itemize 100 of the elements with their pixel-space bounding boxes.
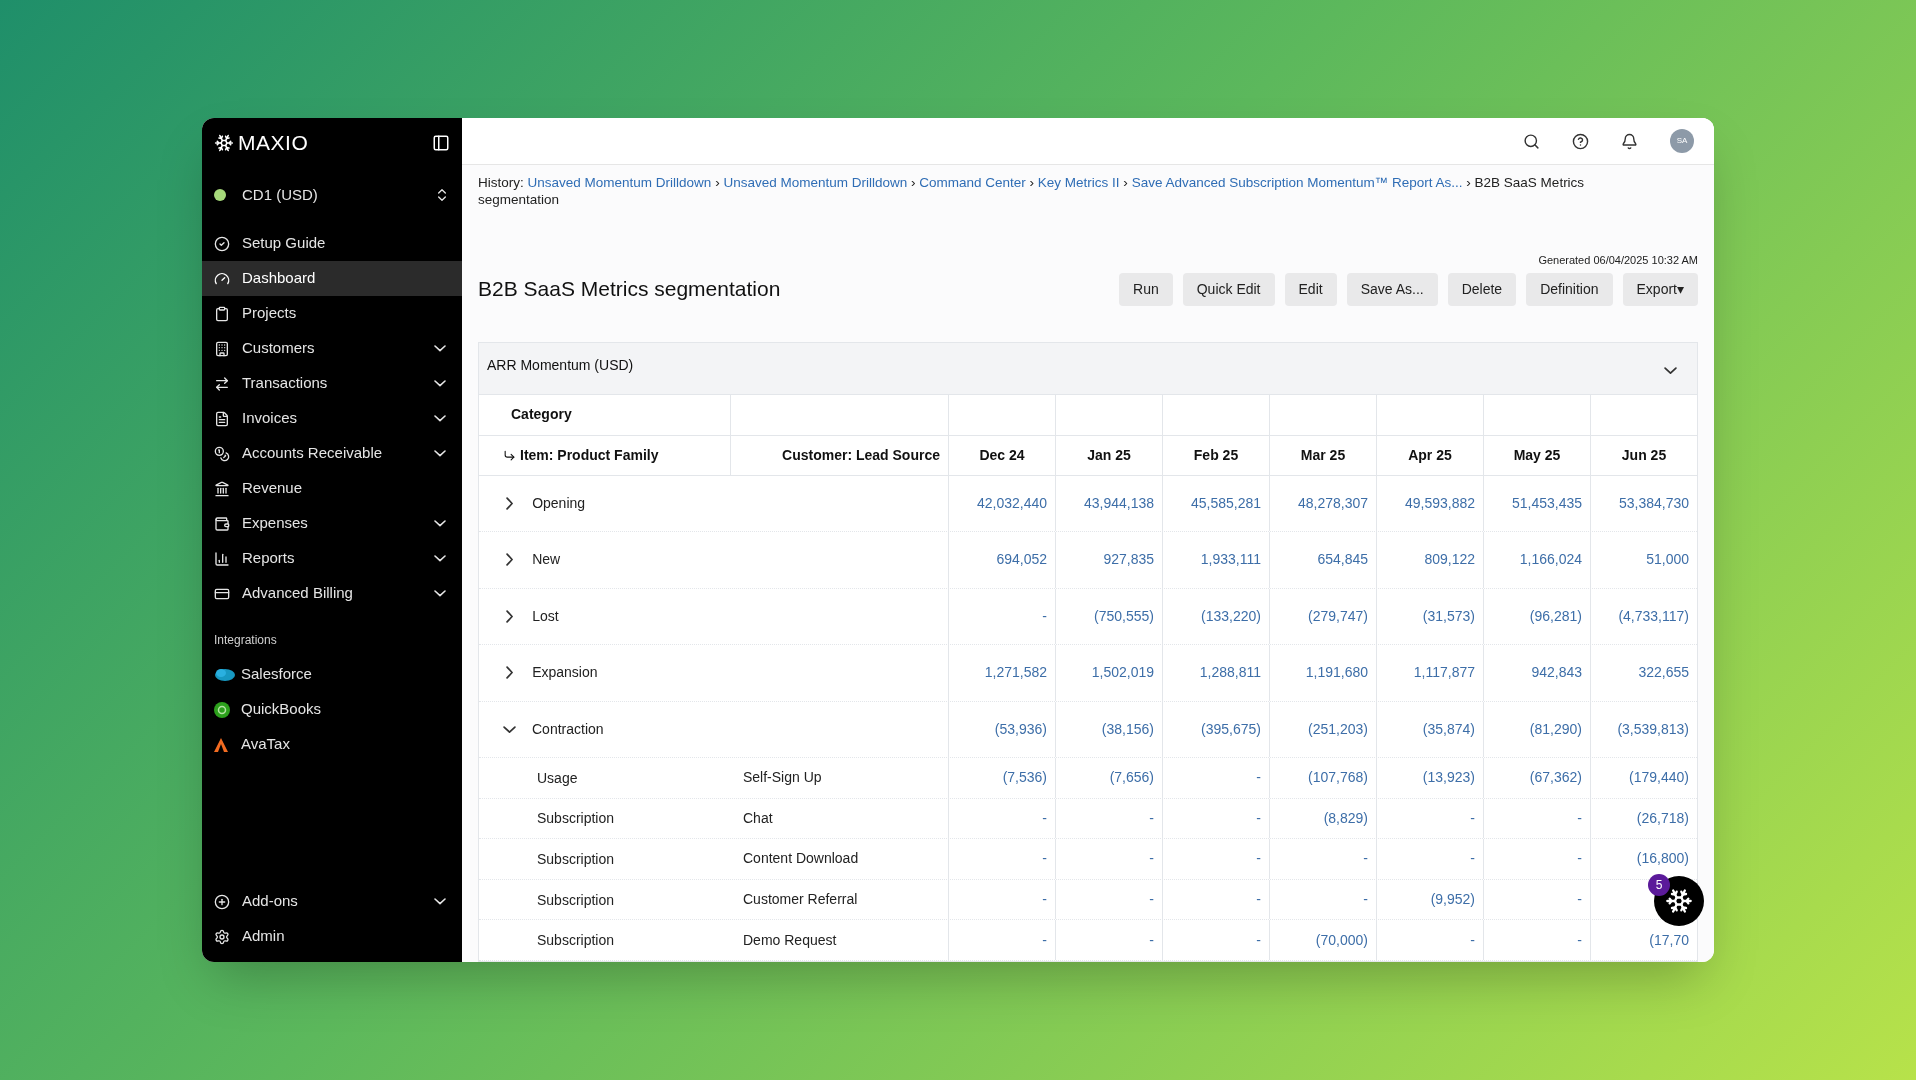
search-icon[interactable] <box>1523 132 1540 150</box>
value-link[interactable]: (67,362) <box>1529 767 1590 789</box>
value-link[interactable]: - <box>1149 889 1162 911</box>
value-link[interactable]: - <box>1042 848 1055 870</box>
value-link[interactable]: 1,288,811 <box>1199 662 1269 684</box>
value-link[interactable]: - <box>1149 929 1162 951</box>
action-button[interactable]: Run <box>1119 272 1173 306</box>
sidebar-item[interactable]: Revenue <box>202 471 462 506</box>
value-link[interactable]: - <box>1149 807 1162 829</box>
card-header[interactable]: ARR Momentum (USD) <box>479 342 1697 395</box>
action-button[interactable]: Quick Edit <box>1182 272 1275 306</box>
value-link[interactable]: 1,117,877 <box>1413 662 1483 684</box>
value-link[interactable]: (70,000) <box>1315 929 1376 951</box>
value-link[interactable]: 53,384,730 <box>1618 492 1697 514</box>
value-link[interactable]: (38,156) <box>1101 718 1162 740</box>
value-link[interactable]: (133,220) <box>1201 605 1269 627</box>
value-link[interactable]: (9,952) <box>1430 889 1483 911</box>
value-link[interactable]: 43,944,138 <box>1083 492 1162 514</box>
entity-selector[interactable]: CD1 (USD) <box>202 168 462 222</box>
avatar[interactable]: SA <box>1670 129 1694 153</box>
action-button[interactable]: Delete <box>1447 272 1517 306</box>
panel-toggle-icon[interactable] <box>432 134 450 152</box>
value-link[interactable]: 654,845 <box>1317 549 1376 571</box>
bell-icon[interactable] <box>1621 132 1638 150</box>
action-button[interactable]: Definition <box>1526 272 1613 306</box>
sidebar-item[interactable]: Customers <box>202 331 462 366</box>
breadcrumb-link[interactable]: Save Advanced Subscription Momentum™ Report As... <box>1131 175 1463 190</box>
value-link[interactable]: 694,052 <box>996 549 1055 571</box>
sidebar-item[interactable]: Advanced Billing <box>202 576 462 611</box>
value-link[interactable]: (179,440) <box>1629 767 1697 789</box>
value-link[interactable]: (26,718) <box>1636 807 1697 829</box>
value-link[interactable]: (13,923) <box>1422 767 1483 789</box>
action-button[interactable]: Export▾ <box>1622 272 1698 306</box>
value-link[interactable]: - <box>1256 929 1269 951</box>
value-link[interactable]: (17,70 <box>1649 929 1697 951</box>
value-link[interactable]: - <box>1577 889 1590 911</box>
help-icon[interactable] <box>1572 132 1589 150</box>
value-link[interactable]: - <box>1256 848 1269 870</box>
value-link[interactable]: - <box>1470 929 1483 951</box>
sidebar-item[interactable]: Transactions <box>202 366 462 401</box>
value-link[interactable]: (16,800) <box>1636 848 1697 870</box>
breadcrumb-link[interactable]: Key Metrics II <box>1037 175 1120 190</box>
sidebar-item[interactable]: Accounts Receivable <box>202 436 462 471</box>
value-link[interactable]: - <box>1470 848 1483 870</box>
breadcrumb-link[interactable]: Command Center <box>919 175 1026 190</box>
value-link[interactable]: - <box>1577 807 1590 829</box>
value-link[interactable]: - <box>1363 889 1376 911</box>
value-link[interactable]: (251,203) <box>1308 718 1376 740</box>
breadcrumb-link[interactable]: Unsaved Momentum Drilldown <box>527 175 712 190</box>
value-link[interactable]: (4,733,117) <box>1618 605 1697 627</box>
value-link[interactable]: (53,936) <box>994 718 1055 740</box>
value-link[interactable]: (279,747) <box>1308 605 1376 627</box>
value-link[interactable]: 51,000 <box>1646 549 1697 571</box>
sidebar-item[interactable]: Projects <box>202 296 462 331</box>
value-link[interactable]: - <box>1042 929 1055 951</box>
action-button[interactable]: Save As... <box>1346 272 1438 306</box>
value-link[interactable]: (8,829) <box>1323 807 1376 829</box>
value-link[interactable]: - <box>1256 767 1269 789</box>
integration-item[interactable]: QuickBooks <box>202 692 462 727</box>
value-link[interactable]: (7,536) <box>1002 767 1055 789</box>
action-button[interactable]: Edit <box>1284 272 1337 306</box>
value-link[interactable]: 1,166,024 <box>1519 549 1590 571</box>
value-link[interactable]: (31,573) <box>1422 605 1483 627</box>
integration-item[interactable]: Salesforce <box>202 657 462 692</box>
value-link[interactable]: - <box>1256 807 1269 829</box>
sidebar-item[interactable]: Expenses <box>202 506 462 541</box>
value-link[interactable]: - <box>1470 807 1483 829</box>
sidebar-item[interactable]: Invoices <box>202 401 462 436</box>
value-link[interactable]: 48,278,307 <box>1297 492 1376 514</box>
value-link[interactable]: - <box>1149 848 1162 870</box>
integration-item[interactable]: AvaTax <box>202 727 462 762</box>
value-link[interactable]: 322,655 <box>1638 662 1697 684</box>
value-link[interactable]: (35,874) <box>1422 718 1483 740</box>
value-link[interactable]: 45,585,281 <box>1190 492 1269 514</box>
value-link[interactable]: (395,675) <box>1201 718 1269 740</box>
value-link[interactable]: - <box>1042 605 1055 627</box>
expand-toggle[interactable] <box>503 725 516 733</box>
value-link[interactable]: (7,656) <box>1109 767 1162 789</box>
sidebar-item[interactable]: Setup Guide <box>202 226 462 261</box>
value-link[interactable]: (96,281) <box>1529 605 1590 627</box>
value-link[interactable]: 42,032,440 <box>976 492 1055 514</box>
value-link[interactable]: (3,539,813) <box>1617 718 1697 740</box>
value-link[interactable]: 1,933,111 <box>1200 549 1269 571</box>
value-link[interactable]: 809,122 <box>1424 549 1483 571</box>
value-link[interactable]: - <box>1256 889 1269 911</box>
value-link[interactable]: - <box>1577 848 1590 870</box>
sidebar-item[interactable]: Reports <box>202 541 462 576</box>
breadcrumb-link[interactable]: Unsaved Momentum Drilldown <box>723 175 908 190</box>
sidebar-item[interactable]: Dashboard <box>202 261 462 296</box>
value-link[interactable]: (750,555) <box>1094 605 1162 627</box>
sidebar-item[interactable]: Admin <box>202 919 462 954</box>
value-link[interactable]: 1,271,582 <box>984 662 1055 684</box>
value-link[interactable]: - <box>1363 848 1376 870</box>
value-link[interactable]: - <box>1042 807 1055 829</box>
value-link[interactable]: 51,453,435 <box>1511 492 1590 514</box>
value-link[interactable]: - <box>1577 929 1590 951</box>
value-link[interactable]: (81,290) <box>1529 718 1590 740</box>
value-link[interactable]: 1,502,019 <box>1091 662 1162 684</box>
value-link[interactable]: - <box>1042 889 1055 911</box>
value-link[interactable]: 1,191,680 <box>1305 662 1376 684</box>
